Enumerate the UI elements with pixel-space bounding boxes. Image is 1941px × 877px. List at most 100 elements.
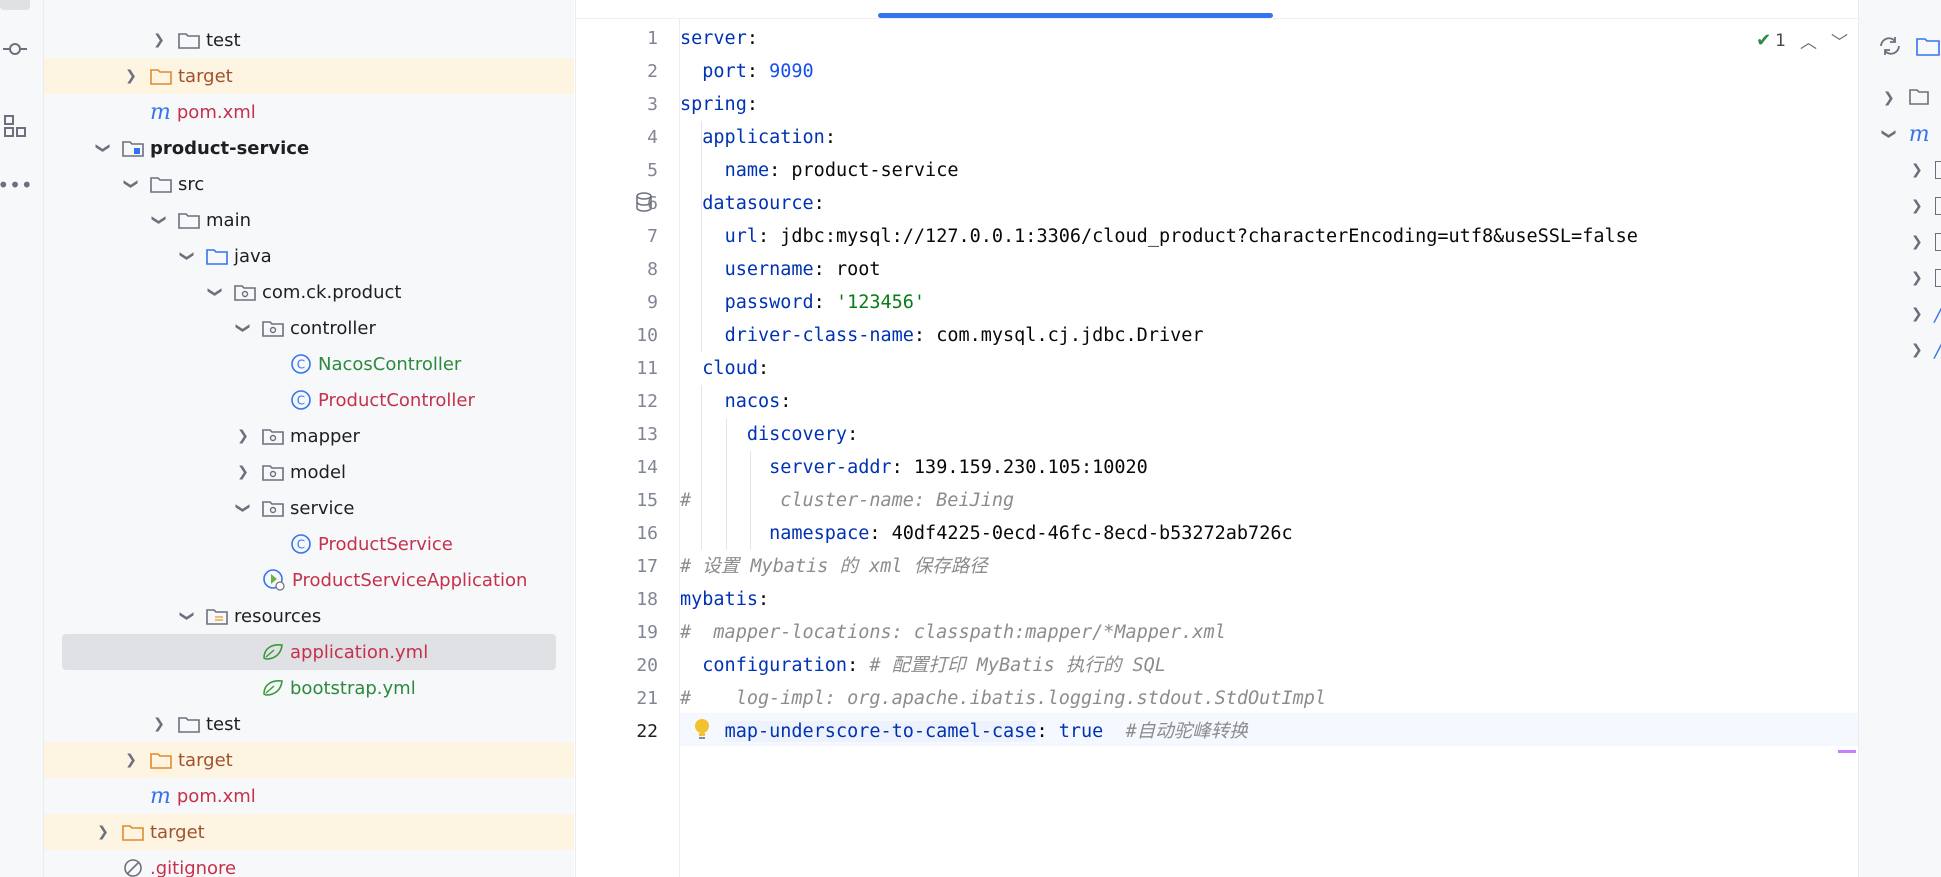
maven-tree-row[interactable]: ❯ [1883,80,1929,116]
code-line[interactable]: password: '123456' [680,286,926,319]
chevron-right-icon[interactable]: ❯ [122,68,140,84]
code-line[interactable]: mybatis: [680,583,769,616]
tree-row-label: resources [234,605,322,627]
chevron-down-icon[interactable]: ❯ [207,283,223,301]
yaml-key: password [724,292,814,313]
code-line[interactable]: discovery: [680,418,858,451]
code-line[interactable]: cloud: [680,352,769,385]
folder-icon [178,211,200,229]
maven-tree-row[interactable]: ❯ m [1881,116,1930,152]
chevron-right-icon[interactable]: ❯ [150,32,168,48]
yaml-key: datasource [702,193,814,214]
tree-row-selected[interactable]: application.yml [62,634,556,670]
line-number: 1 [647,28,658,49]
chevron-down-icon[interactable]: ❯ [235,319,251,337]
tree-row[interactable]: ❯ src [44,166,574,202]
commit-tool-icon[interactable] [0,34,30,64]
tree-row[interactable]: ❯ service [44,490,574,526]
source-root-icon [206,247,228,265]
inspection-status[interactable]: ✔ 1 [1756,30,1786,51]
chevron-down-icon[interactable]: ❯ [151,211,167,229]
chevron-down-icon[interactable]: ❯ [179,247,195,265]
code-line[interactable]: datasource: [680,187,825,220]
chevron-right-icon[interactable]: ❯ [94,824,112,840]
tree-row[interactable]: ❯ target [44,58,574,94]
yaml-key: spring [680,94,747,115]
code-line[interactable]: server: [680,22,758,55]
yaml-key: server-addr [769,457,892,478]
code-line[interactable]: driver-class-name: com.mysql.cj.jdbc.Dri… [680,319,1204,352]
code-line[interactable]: url: jdbc:mysql://127.0.0.1:3306/cloud_p… [680,220,1638,253]
tree-row-label: pom.xml [176,785,256,807]
maven-tree-row[interactable]: ❯ [1911,260,1941,296]
code-comment-line[interactable]: # mapper-locations: classpath:mapper/*Ma… [680,616,1226,649]
maven-tree-row[interactable]: ❯ / [1911,296,1941,332]
code-editor[interactable]: 1 2 3 4 5 6 7 8 9 10 11 12 13 14 15 16 1… [575,0,1858,877]
chevron-up-icon[interactable]: ︿ [1800,28,1817,53]
active-tab-indicator[interactable] [878,13,1273,18]
maven-tree-row[interactable]: ❯ [1911,224,1941,260]
chevron-right-icon[interactable]: ❯ [122,752,140,768]
tree-row[interactable]: ❯ target [44,742,574,778]
maven-tree-row[interactable]: ❯ [1911,152,1941,188]
tree-row[interactable]: ❯ test [44,706,574,742]
code-line[interactable]: application: [680,121,836,154]
code-line-current[interactable]: map-underscore-to-camel-case: true #自动驼峰… [680,715,1248,748]
tree-row[interactable]: ❯ main [44,202,574,238]
tree-row[interactable]: ❯ controller [44,310,574,346]
tree-row[interactable]: m pom.xml [44,94,574,130]
chevron-down-icon[interactable]: ❯ [123,175,139,193]
tree-row[interactable]: ❯ resources [44,598,574,634]
code-comment-line[interactable]: # cluster-name: BeiJing [680,484,1014,517]
svg-text:C: C [297,394,305,408]
code-line[interactable]: name: product-service [680,154,959,187]
structure-tool-icon[interactable] [0,111,30,141]
tree-row[interactable]: ❯ model [44,454,574,490]
active-tool-indicator[interactable] [0,0,30,10]
refresh-icon[interactable] [1877,34,1903,62]
code-line[interactable]: port: 9090 [680,55,813,88]
tree-row[interactable]: ProductServiceApplication [44,562,574,598]
tree-row[interactable]: ❯ com.ck.product [44,274,574,310]
tree-row[interactable]: bootstrap.yml [44,670,574,706]
code-line[interactable]: spring: [680,88,758,121]
tree-row[interactable]: C ProductService [44,526,574,562]
chevron-right-icon[interactable]: ❯ [234,428,252,444]
tree-row-label: test [206,713,241,735]
code-comment-line[interactable]: # log-impl: org.apache.ibatis.logging.st… [680,682,1326,715]
class-icon: C [290,353,312,375]
tree-row[interactable]: ❯ test [44,22,574,58]
maven-icon: / [1934,338,1941,362]
code-line[interactable]: namespace: 40df4225-0ecd-46fc-8ecd-b5327… [680,517,1293,550]
yaml-key: url [724,226,758,247]
tree-row-label: main [206,209,251,231]
tree-row[interactable]: ❯ product-service [44,130,574,166]
chevron-down-icon[interactable]: ❯ [95,139,111,157]
reimport-icon[interactable] [1915,34,1941,62]
tree-row-label: com.ck.product [262,281,402,303]
chevron-down-icon[interactable]: ❯ [235,499,251,517]
tree-row[interactable]: ❯ target [44,814,574,850]
code-line[interactable]: server-addr: 139.159.230.105:10020 [680,451,1148,484]
code-line[interactable]: configuration: # 配置打印 MyBatis 执行的 SQL [680,649,1166,682]
tree-row-label: pom.xml [176,101,256,123]
datasource-gutter-icon[interactable] [635,192,653,216]
tree-row-label: mapper [290,425,360,447]
check-icon: ✔ [1756,30,1772,51]
code-line[interactable]: nacos: [680,385,792,418]
tree-row[interactable]: C ProductController [44,382,574,418]
tree-row[interactable]: .gitignore [44,850,574,877]
tree-row[interactable]: m pom.xml [44,778,574,814]
more-tools-icon[interactable]: ••• [0,170,33,200]
maven-tree-row[interactable]: ❯ [1911,188,1941,224]
tree-row[interactable]: ❯ mapper [44,418,574,454]
chevron-right-icon[interactable]: ❯ [234,464,252,480]
code-line[interactable]: username: root [680,253,881,286]
chevron-down-icon[interactable]: ❯ [179,607,195,625]
maven-tree-row[interactable]: ❯ / [1911,332,1941,368]
chevron-down-icon[interactable]: ﹀ [1831,28,1848,53]
tree-row[interactable]: C NacosController [44,346,574,382]
tree-row[interactable]: ❯ java [44,238,574,274]
chevron-right-icon[interactable]: ❯ [150,716,168,732]
code-comment-line[interactable]: # 设置 Mybatis 的 xml 保存路径 [680,550,988,583]
